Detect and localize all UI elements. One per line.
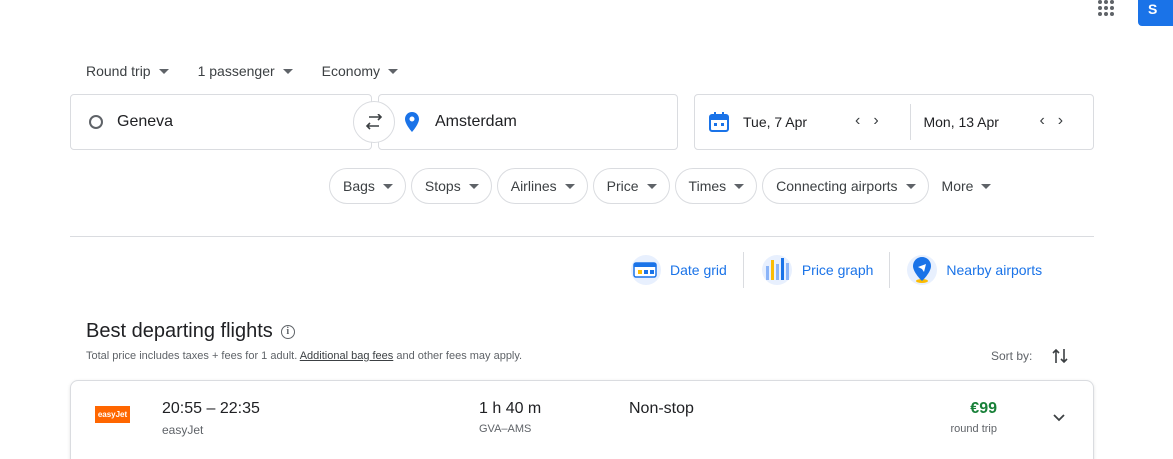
location-pin-icon	[405, 112, 419, 132]
filter-airlines[interactable]: Airlines	[496, 168, 588, 204]
filter-airlines-label: Airlines	[510, 178, 557, 194]
flight-duration: 1 h 40 m	[479, 400, 542, 417]
date-grid-label: Date grid	[670, 262, 727, 278]
filter-connecting-airports[interactable]: Connecting airports	[762, 168, 929, 204]
view-tools: Date grid Price graph Nearby airports	[630, 252, 1042, 288]
airline-name: easyJet	[162, 423, 204, 437]
price-graph-button[interactable]: Price graph	[760, 254, 874, 286]
caret-down-icon	[158, 68, 169, 74]
origin-field[interactable]: Geneva	[70, 94, 372, 150]
tool-divider	[742, 252, 744, 288]
apps-grid-icon[interactable]	[1098, 0, 1114, 16]
date-grid-button[interactable]: Date grid	[630, 254, 727, 286]
filter-price[interactable]: Price	[592, 168, 670, 204]
cabin-class-select[interactable]: Economy	[321, 63, 399, 79]
return-date-value: Mon, 13 Apr	[923, 114, 999, 130]
filter-bags[interactable]: Bags	[329, 168, 406, 204]
sign-in-button[interactable]: S	[1138, 0, 1173, 26]
caret-down-icon	[382, 183, 393, 189]
chevron-left-icon[interactable]: ‹	[1039, 112, 1044, 130]
filter-connecting-airports-label: Connecting airports	[776, 178, 898, 194]
swap-button[interactable]	[353, 101, 395, 143]
destination-value: Amsterdam	[435, 113, 517, 130]
departure-date-field[interactable]: Tue, 7 Apr ‹ ›	[695, 95, 910, 149]
caret-down-icon	[282, 68, 293, 74]
trip-type-label: Round trip	[86, 63, 151, 79]
sort-icon[interactable]	[1052, 347, 1068, 365]
flight-route: GVA–AMS	[479, 423, 532, 435]
subtitle-prefix: Total price includes taxes + fees for 1 …	[86, 350, 298, 362]
nearby-airports-label: Nearby airports	[946, 262, 1043, 278]
destination-field[interactable]: Amsterdam	[378, 94, 678, 150]
price-graph-label: Price graph	[801, 262, 874, 278]
filter-price-label: Price	[606, 178, 639, 194]
origin-value: Geneva	[117, 113, 174, 130]
flight-stops: Non-stop	[629, 400, 694, 417]
easyjet-logo: easyJet	[95, 406, 130, 423]
calendar-icon	[709, 112, 729, 132]
caret-down-icon	[981, 183, 992, 189]
flight-price: €99	[970, 400, 997, 417]
price-graph-icon	[761, 255, 792, 285]
divider	[70, 236, 1094, 237]
flight-times: 20:55 – 22:35	[162, 400, 260, 417]
filter-more-label: More	[941, 178, 974, 194]
swap-arrows-icon	[365, 114, 383, 130]
nearby-airports-icon	[907, 255, 938, 285]
price-type: round trip	[950, 423, 997, 435]
caret-down-icon	[564, 183, 575, 189]
filter-more[interactable]: More	[934, 168, 1005, 204]
passengers-label: 1 passenger	[197, 63, 275, 79]
passengers-select[interactable]: 1 passenger	[198, 63, 293, 79]
chevron-right-icon[interactable]: ›	[873, 112, 878, 130]
caret-down-icon	[905, 183, 916, 189]
caret-down-icon	[646, 183, 657, 189]
sort-by-label: Sort by:	[991, 349, 1033, 363]
filter-bags-label: Bags	[343, 178, 375, 194]
nearby-airports-button[interactable]: Nearby airports	[906, 254, 1042, 286]
results-title: Best departing flights	[86, 320, 273, 342]
return-date-field[interactable]: Mon, 13 Apr ‹ ›	[911, 95, 1093, 149]
info-icon[interactable]: i	[280, 324, 295, 339]
filter-times-label: Times	[688, 178, 727, 194]
flight-result-card[interactable]: easyJet 20:55 – 22:35 easyJet 1 h 40 m G…	[70, 380, 1094, 459]
cabin-class-label: Economy	[321, 63, 381, 79]
filter-stops-label: Stops	[424, 178, 461, 194]
date-picker[interactable]: Tue, 7 Apr ‹ › Mon, 13 Apr ‹ ›	[694, 94, 1094, 150]
results-heading: Best departing flights i	[86, 320, 295, 343]
trip-options: Round trip 1 passenger Economy	[86, 63, 427, 79]
chevron-down-icon[interactable]	[1051, 409, 1067, 425]
subtitle-suffix: and other fees may apply.	[396, 350, 523, 362]
filter-chips: Bags Stops Airlines Price Times Connecti…	[329, 168, 1009, 204]
tool-divider	[889, 252, 891, 288]
chevron-right-icon[interactable]: ›	[1058, 112, 1063, 130]
bag-fees-link[interactable]: Additional bag fees	[300, 350, 394, 362]
date-grid-icon	[631, 255, 661, 285]
results-subtitle: Total price includes taxes + fees for 1 …	[86, 350, 522, 362]
chevron-left-icon[interactable]: ‹	[855, 112, 860, 130]
caret-down-icon	[734, 183, 745, 189]
filter-times[interactable]: Times	[674, 168, 758, 204]
trip-type-select[interactable]: Round trip	[86, 63, 169, 79]
caret-down-icon	[468, 183, 479, 189]
origin-circle-icon	[89, 115, 103, 129]
caret-down-icon	[388, 68, 399, 74]
departure-date-value: Tue, 7 Apr	[743, 114, 808, 130]
filter-stops[interactable]: Stops	[410, 168, 492, 204]
